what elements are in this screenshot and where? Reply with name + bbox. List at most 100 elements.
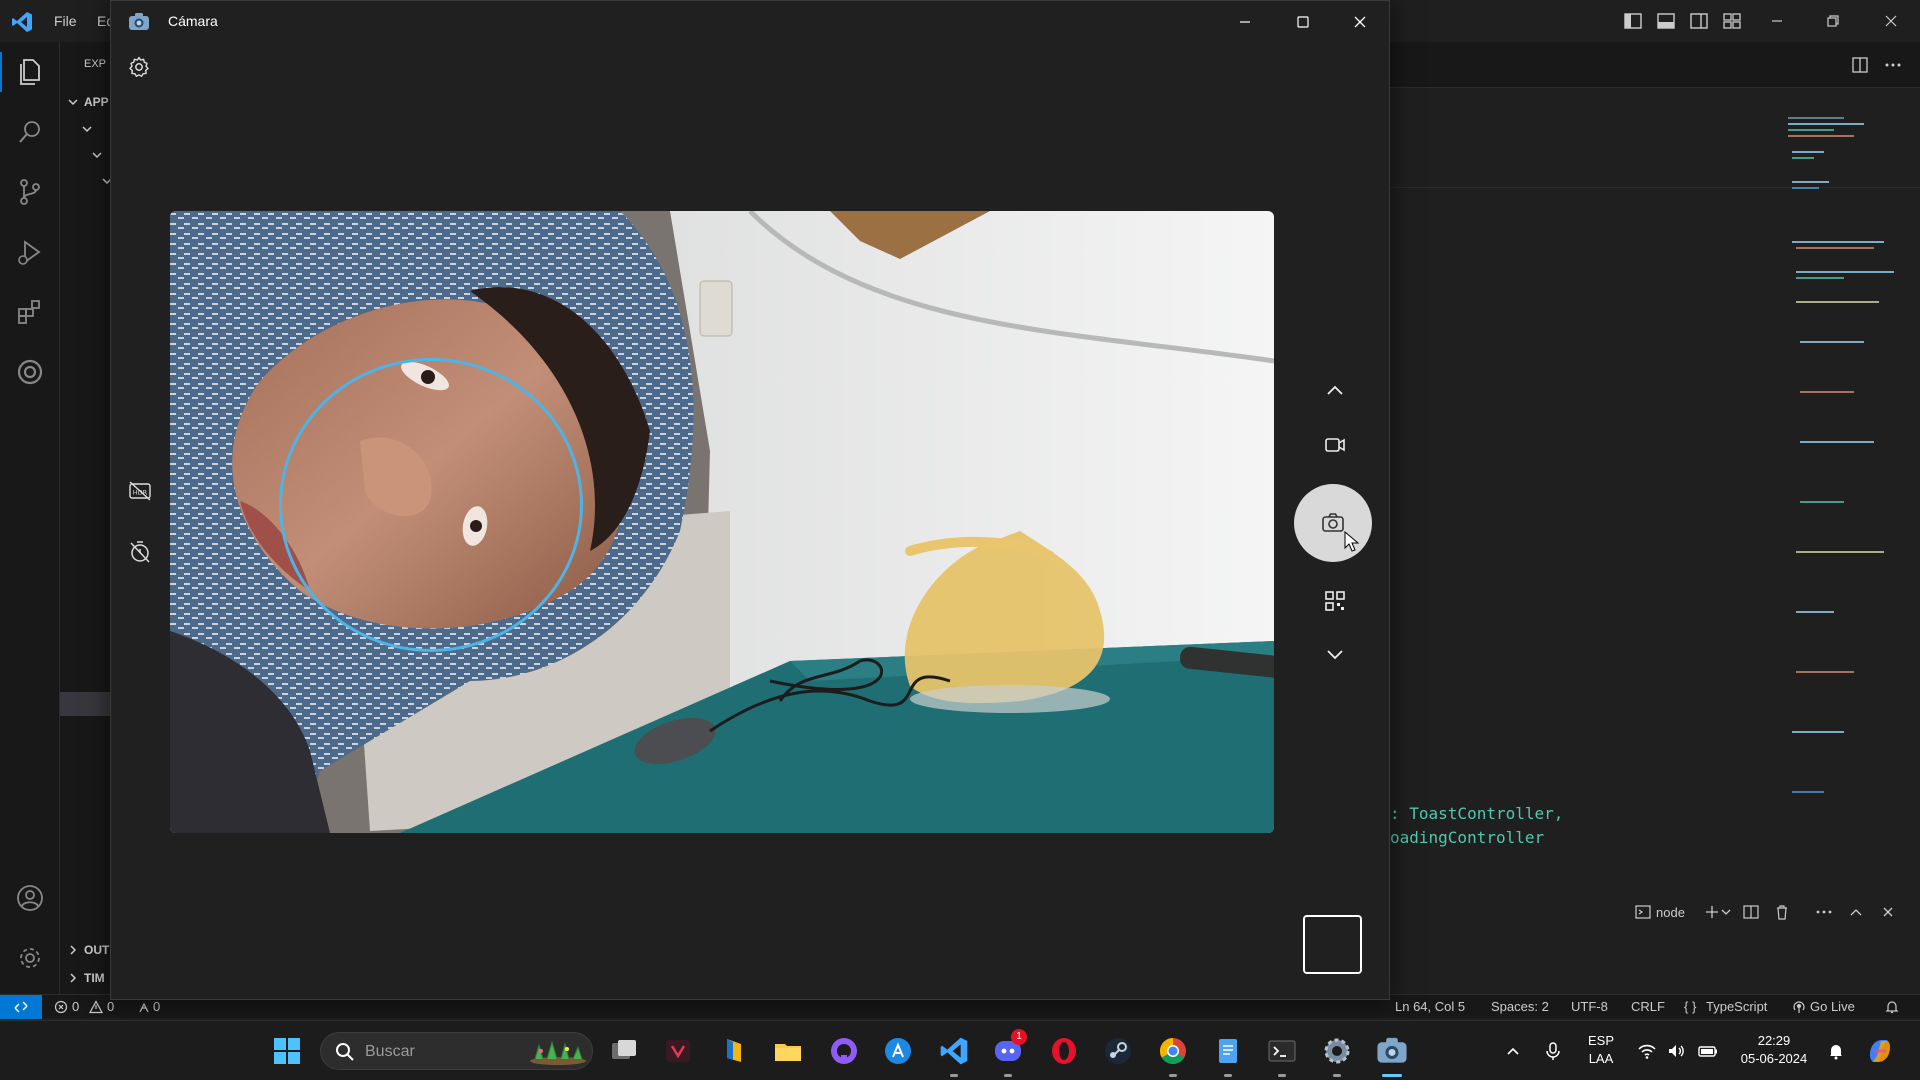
error-count[interactable]: 0 [72,999,79,1014]
line-ending[interactable]: CRLF [1631,999,1665,1014]
more-actions-icon[interactable] [1883,55,1903,75]
file-encoding[interactable]: UTF-8 [1571,999,1608,1014]
chevron-down-icon[interactable] [66,95,80,109]
remote-explorer-icon[interactable] [14,356,46,388]
chevron-right-icon[interactable] [66,943,80,957]
cursor-position[interactable]: Ln 64, Col 5 [1395,999,1465,1014]
notifications-bell-icon[interactable] [1826,1041,1846,1061]
timeline-section-label[interactable]: TIM [84,971,105,985]
outline-section-label[interactable]: OUT [84,943,109,957]
wifi-icon[interactable] [1637,1041,1657,1061]
toggle-panel-icon[interactable] [1656,11,1676,31]
indentation[interactable]: Spaces: 2 [1491,999,1549,1014]
copilot-icon[interactable] [1864,1035,1896,1067]
qr-scan-icon[interactable] [1322,588,1348,614]
remote-indicator[interactable] [0,995,42,1019]
taskbar-search-box[interactable]: Buscar [320,1032,593,1070]
split-editor-icon[interactable] [1850,55,1870,75]
clock-date[interactable]: 05-06-2024 [1731,1051,1817,1066]
vscode-restore-icon[interactable] [1823,11,1843,31]
chevron-down-icon[interactable] [80,122,94,136]
terminal-name[interactable]: node [1656,905,1685,920]
chrome-icon[interactable] [1157,1035,1189,1067]
chevron-down-icon[interactable] [1322,641,1348,667]
opera-icon[interactable] [1048,1035,1080,1067]
terminal-icon [1635,905,1651,919]
editor-tab-bar [1390,42,1920,88]
windows-start-icon[interactable] [271,1035,303,1067]
customize-layout-icon[interactable] [1722,11,1742,31]
battery-icon[interactable] [1698,1041,1718,1061]
close-panel-icon[interactable] [1879,903,1897,921]
terminal-app-icon[interactable] [1266,1035,1298,1067]
ports-icon[interactable] [137,1000,151,1014]
settings-app-icon[interactable] [1321,1035,1353,1067]
language-mode[interactable]: TypeScript [1706,999,1767,1014]
vscode-close-icon[interactable] [1881,11,1901,31]
run-debug-icon[interactable] [14,236,46,268]
video-mode-icon[interactable] [1322,432,1348,458]
github-desktop-icon[interactable] [828,1035,860,1067]
volume-icon[interactable] [1666,1041,1686,1061]
file-explorer-icon[interactable] [772,1035,804,1067]
extensions-icon[interactable] [14,296,46,328]
task-view-icon[interactable] [608,1035,640,1067]
search-icon[interactable] [14,116,46,148]
accounts-icon[interactable] [14,882,46,914]
trash-icon[interactable] [1773,903,1791,921]
more-actions-icon[interactable] [1815,903,1833,921]
microphone-icon[interactable] [1543,1041,1563,1061]
show-hidden-icons-chevron-icon[interactable] [1503,1041,1523,1061]
warning-count[interactable]: 0 [107,999,114,1014]
chevron-down-icon[interactable] [1720,903,1732,921]
menu-file[interactable]: File [54,13,77,29]
manage-gear-icon[interactable] [14,942,46,974]
clock-time[interactable]: 22:29 [1738,1033,1810,1048]
camera-titlebar[interactable]: Cámara [111,1,1389,43]
toggle-primary-sidebar-icon[interactable] [1623,11,1643,31]
maximize-icon[interactable] [1293,12,1313,32]
vscode-minimize-icon[interactable] [1767,11,1787,31]
notepad-icon[interactable] [1212,1035,1244,1067]
code-editor-app-icon[interactable] [718,1035,750,1067]
new-terminal-icon[interactable] [1703,903,1721,921]
timer-off-icon[interactable] [127,539,153,565]
chevron-right-icon[interactable] [66,971,80,985]
vscode-taskbar-icon[interactable] [938,1035,970,1067]
steam-icon[interactable] [1102,1035,1134,1067]
ports-count[interactable]: 0 [153,999,160,1014]
running-indicator [1224,1074,1232,1077]
input-layout[interactable]: LAA [1586,1051,1616,1066]
error-icon[interactable] [54,1000,68,1014]
app-store-icon[interactable] [882,1035,914,1067]
workspace-folder-label[interactable]: APP [84,95,109,109]
code-line-loading[interactable]: oadingController [1390,828,1544,847]
toggle-secondary-sidebar-icon[interactable] [1689,11,1709,31]
camera-taskbar-icon[interactable] [1376,1035,1408,1067]
input-language[interactable]: ESP [1586,1033,1616,1048]
source-control-icon[interactable] [14,176,46,208]
code-line-toast[interactable]: : ToastController, [1390,804,1563,823]
warning-icon[interactable] [89,1000,103,1014]
minimap[interactable] [1784,112,1904,812]
maximize-panel-icon[interactable] [1847,903,1865,921]
gallery-thumbnail[interactable] [1303,915,1362,974]
explorer-icon[interactable] [14,56,46,88]
split-terminal-icon[interactable] [1742,903,1760,921]
chevron-up-icon[interactable] [1322,378,1348,404]
hdr-off-icon[interactable]: HDR [127,478,153,504]
selected-file-row[interactable] [60,692,110,716]
chevron-down-icon[interactable] [90,148,104,162]
windows-taskbar: Buscar 1 ESP LAA 22:29 05-06-2024 [0,1020,1920,1080]
take-photo-button[interactable] [1294,484,1372,562]
minimize-icon[interactable] [1235,12,1255,32]
settings-gear-icon[interactable] [127,55,151,79]
mouse-cursor [1344,531,1360,552]
running-indicator [1004,1074,1012,1077]
notifications-bell-icon[interactable] [1884,999,1900,1015]
close-icon[interactable] [1350,12,1370,32]
explorer-title: EXP [84,58,107,70]
broadcast-icon [1793,1001,1805,1013]
app-red-v-icon[interactable] [662,1035,694,1067]
go-live-button[interactable]: Go Live [1810,999,1855,1014]
